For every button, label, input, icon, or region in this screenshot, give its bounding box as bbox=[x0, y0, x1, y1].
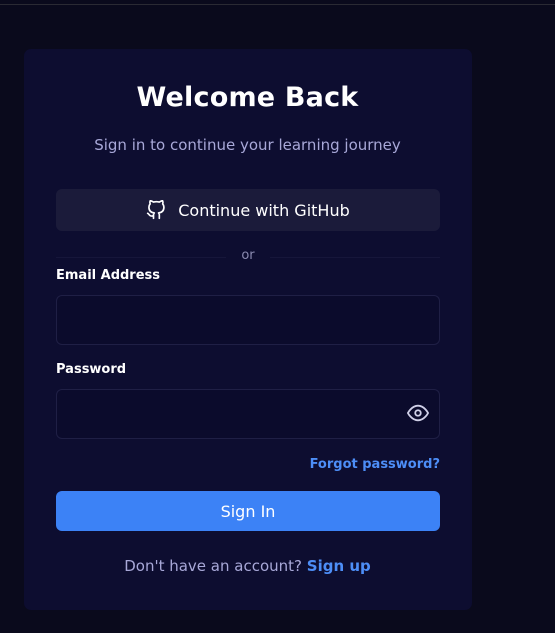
github-signin-button[interactable]: Continue with GitHub bbox=[56, 189, 440, 231]
sign-up-link[interactable]: Sign up bbox=[307, 557, 371, 575]
page-title: Welcome Back bbox=[136, 82, 359, 113]
divider-line-right bbox=[270, 257, 440, 258]
signup-prompt-text: Don't have an account? bbox=[124, 557, 302, 575]
email-label: Email Address bbox=[56, 268, 161, 283]
password-field[interactable] bbox=[56, 389, 440, 439]
window-top-edge bbox=[0, 0, 555, 5]
divider-line-left bbox=[56, 257, 226, 258]
forgot-password-link[interactable]: Forgot password? bbox=[310, 457, 440, 472]
page-subtitle: Sign in to continue your learning journe… bbox=[94, 136, 401, 154]
sign-in-button[interactable]: Sign In bbox=[56, 491, 440, 531]
divider-or: or bbox=[241, 248, 255, 263]
signup-prompt: Don't have an account? Sign up bbox=[0, 557, 495, 575]
password-label: Password bbox=[56, 362, 127, 377]
eye-icon[interactable] bbox=[407, 402, 429, 424]
email-field[interactable] bbox=[56, 295, 440, 345]
github-icon bbox=[146, 200, 166, 220]
github-button-label: Continue with GitHub bbox=[178, 200, 350, 220]
